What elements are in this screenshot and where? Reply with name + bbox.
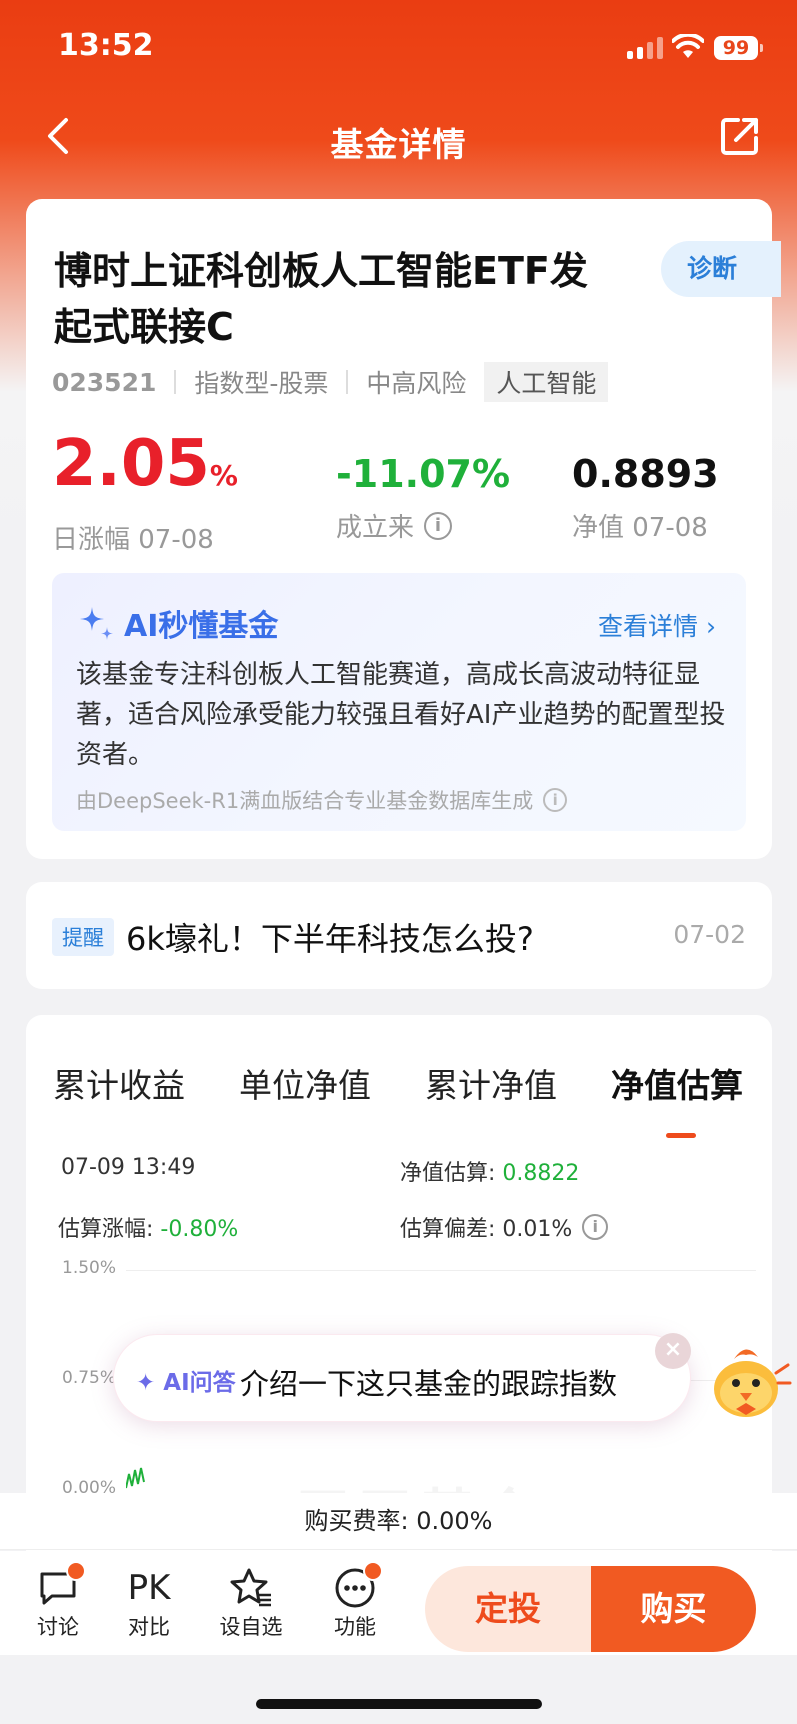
compare-label: 对比 [128, 1615, 170, 1639]
home-indicator[interactable] [256, 1699, 542, 1709]
mascot-chick-icon[interactable] [706, 1335, 792, 1425]
chart-tabs: 累计收益 单位净值 累计净值 净值估算 [26, 1045, 772, 1138]
sparkle-icon [80, 607, 113, 640]
ai-question-tag: ✦ AI问答 [136, 1370, 236, 1396]
share-icon[interactable] [718, 114, 762, 158]
status-time: 13:52 [58, 28, 154, 63]
estimate-change: 估算涨幅: -0.80% [58, 1217, 239, 1242]
fund-summary-card: 博时上证科创板人工智能ETF发起式联接C 诊断 023521 指数型-股票 中高… [26, 199, 781, 859]
tab-cumulative-nav[interactable]: 累计净值 [425, 1059, 557, 1107]
tab-nav-estimate[interactable]: 净值估算 [611, 1059, 743, 1107]
battery-icon: 99 [714, 36, 763, 60]
notice-date: 07-02 [673, 920, 746, 949]
pk-icon: PK [127, 1568, 171, 1608]
nav-label: 净值 07-08 [572, 513, 708, 543]
ai-summary-title: AI秒懂基金 [76, 601, 278, 645]
fund-meta: 023521 指数型-股票 中高风险 人工智能 [52, 362, 609, 402]
ai-question-popup[interactable]: ✦ AI问答 介绍一下这只基金的跟踪指数 × [113, 1333, 691, 1422]
divider [174, 370, 177, 394]
estimate-time: 07-09 13:49 [61, 1155, 196, 1180]
ai-question-text: 介绍一下这只基金的跟踪指数 [240, 1367, 618, 1401]
divider [346, 370, 349, 394]
theme-tag[interactable]: 人工智能 [484, 362, 609, 402]
ai-more-link[interactable]: 查看详情 › [598, 607, 716, 643]
nav-stat: 0.8893 净值 07-08 [572, 449, 719, 544]
fund-type: 指数型-股票 [194, 369, 329, 398]
since-inception-stat: -11.07% 成立来 i [336, 449, 510, 544]
y-tick-label: 0.75% [62, 1368, 117, 1388]
y-tick-label: 1.50% [62, 1258, 117, 1278]
estimate-deviation: 估算偏差: 0.01% i [400, 1211, 609, 1243]
daily-change-label: 日涨幅 07-08 [52, 525, 214, 555]
fund-risk: 中高风险 [366, 369, 467, 398]
notice-tag: 提醒 [52, 918, 114, 956]
diagnose-button[interactable]: 诊断 [661, 241, 781, 297]
fund-name: 博时上证科创板人工智能ETF发起式联接C [54, 249, 588, 349]
star-list-icon [230, 1568, 271, 1607]
ai-summary-box[interactable]: AI秒懂基金 查看详情 › 该基金专注科创板人工智能赛道，高成长高波动特征显著，… [52, 573, 746, 831]
gridline [126, 1270, 756, 1271]
ai-summary-footer: 由DeepSeek-R1满血版结合专业基金数据库生成 i [76, 785, 568, 815]
tab-cumulative-return[interactable]: 累计收益 [53, 1059, 185, 1107]
cellular-signal-icon [627, 37, 663, 59]
discuss-button[interactable]: 讨论 [18, 1561, 98, 1641]
wifi-icon [672, 34, 704, 58]
purchase-buttons: 定投 购买 [425, 1566, 756, 1652]
page-title: 基金详情 [330, 125, 467, 164]
auto-invest-button[interactable]: 定投 [425, 1566, 591, 1652]
function-button[interactable]: 功能 [315, 1561, 395, 1641]
info-icon[interactable]: i [543, 788, 568, 812]
tab-indicator [666, 1133, 696, 1138]
since-inception-value: -11.07% [336, 452, 511, 496]
daily-change-value: 2.05% [52, 427, 238, 501]
tab-unit-nav[interactable]: 单位净值 [239, 1059, 371, 1107]
info-icon[interactable]: i [582, 1214, 609, 1240]
notice-card[interactable]: 提醒 6k壕礼！下半年科技怎么投? 07-02 [26, 882, 772, 989]
estimate-line [126, 1467, 145, 1489]
add-watchlist-button[interactable]: 设自选 [211, 1565, 291, 1641]
status-bar: 13:52 99 [0, 0, 797, 96]
ai-summary-text: 该基金专注科创板人工智能赛道，高成长高波动特征显著，适合风险承受能力较强且看好A… [76, 660, 726, 770]
bottom-action-bar: 讨论 PK 对比 设自选 功能 定投 购买 [0, 1551, 797, 1655]
chevron-right-icon: › [706, 612, 716, 641]
daily-change-stat: 2.05% 日涨幅 07-08 [52, 429, 238, 556]
estimate-nav: 净值估算: 0.8822 [400, 1161, 580, 1186]
discuss-label: 讨论 [37, 1615, 79, 1639]
notice-text: 6k壕礼！下半年科技怎么投? [126, 920, 534, 958]
buy-button[interactable]: 购买 [591, 1566, 756, 1652]
notification-badge [66, 1561, 86, 1581]
function-label: 功能 [334, 1615, 376, 1639]
close-icon[interactable]: × [655, 1333, 691, 1369]
info-icon[interactable]: i [424, 511, 453, 540]
nav-bar: 基金详情 [0, 100, 797, 172]
since-inception-label: 成立来 i [336, 507, 510, 544]
fund-code: 023521 [52, 367, 157, 397]
compare-button[interactable]: PK 对比 [109, 1565, 189, 1641]
add-watchlist-label: 设自选 [219, 1615, 283, 1639]
notification-badge [363, 1561, 383, 1581]
chart-card: 累计收益 单位净值 累计净值 净值估算 07-09 13:49 净值估算: 0.… [26, 1015, 772, 1575]
nav-value: 0.8893 [572, 452, 719, 496]
purchase-fee-rate: 购买费率: 0.00% [0, 1493, 797, 1550]
